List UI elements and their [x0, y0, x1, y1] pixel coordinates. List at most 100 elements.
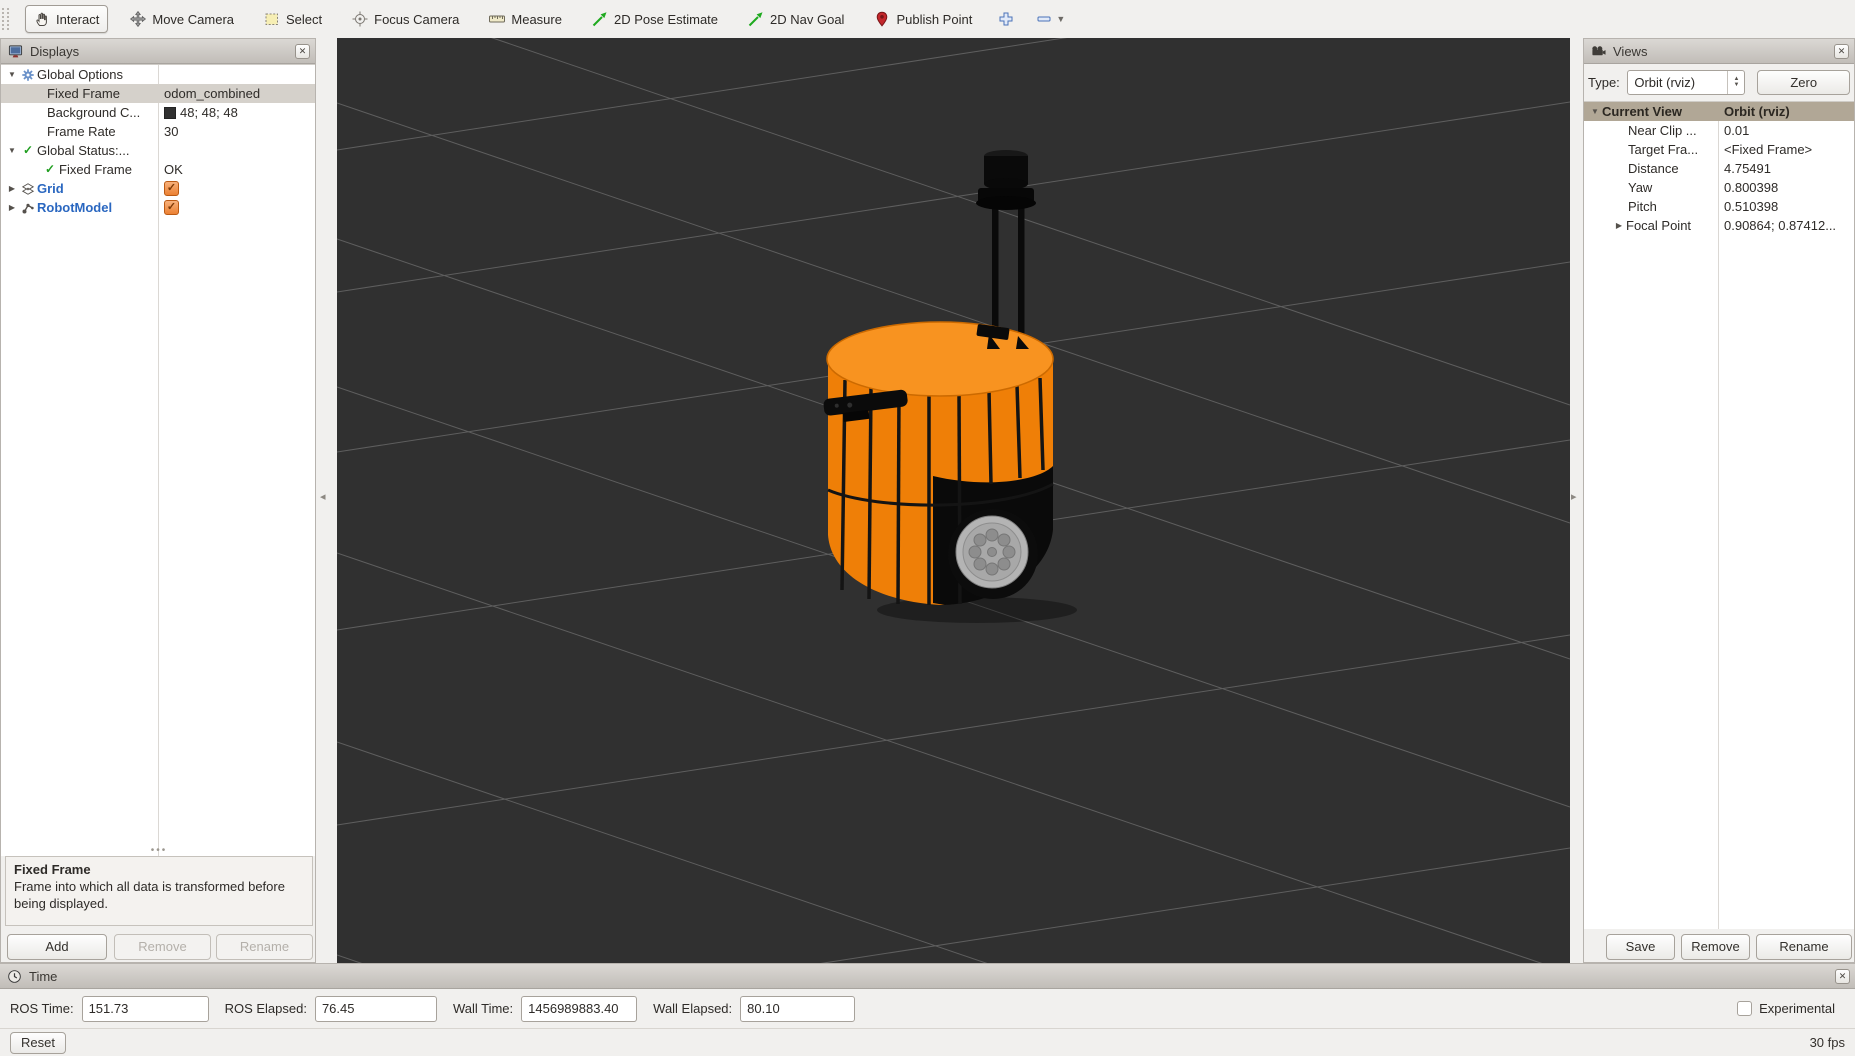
- row-value[interactable]: 0.90864; 0.87412...: [1718, 216, 1854, 235]
- tool-label: Select: [286, 12, 322, 27]
- tool-focus-camera[interactable]: Focus Camera: [344, 6, 467, 32]
- rename-button[interactable]: Rename: [1756, 934, 1852, 960]
- remove-button[interactable]: Remove: [1681, 934, 1750, 960]
- wall-elapsed-input[interactable]: [740, 996, 855, 1022]
- reset-button[interactable]: Reset: [10, 1032, 66, 1054]
- 3d-viewport[interactable]: [337, 38, 1570, 963]
- tool-interact[interactable]: Interact: [25, 5, 108, 33]
- property-help-box: Fixed Frame Frame into which all data is…: [5, 856, 313, 926]
- tool-select[interactable]: Select: [256, 6, 330, 32]
- row-value: [158, 65, 315, 84]
- tool-label: Interact: [56, 12, 99, 27]
- focus-camera-icon: [352, 11, 368, 27]
- ros-elapsed-label: ROS Elapsed:: [225, 1001, 307, 1016]
- expander-icon[interactable]: ▶: [5, 179, 19, 198]
- view-type-combobox[interactable]: Orbit (rviz) ▲▼: [1627, 70, 1745, 95]
- tree-row-focal-point[interactable]: ▶ Focal Point 0.90864; 0.87412...: [1584, 216, 1854, 235]
- chevron-down-icon[interactable]: ▼: [1056, 14, 1065, 24]
- tool-publish-point[interactable]: Publish Point: [866, 6, 980, 32]
- move-camera-icon: [130, 11, 146, 27]
- tree-row-yaw[interactable]: Yaw 0.800398: [1584, 178, 1854, 197]
- tree-row-fixed-frame[interactable]: Fixed Frame odom_combined: [1, 84, 315, 103]
- save-button[interactable]: Save: [1606, 934, 1675, 960]
- experimental-checkbox[interactable]: [1737, 1001, 1752, 1016]
- ros-time-input[interactable]: [82, 996, 209, 1022]
- wall-elapsed-label: Wall Elapsed:: [653, 1001, 732, 1016]
- row-value[interactable]: 0.01: [1718, 121, 1854, 140]
- interact-hand-icon: [34, 11, 50, 27]
- add-tool-button[interactable]: [994, 7, 1018, 31]
- row-label: Current View: [1602, 102, 1682, 121]
- expander-icon[interactable]: ▶: [1612, 216, 1626, 235]
- displays-titlebar[interactable]: Displays ✕: [1, 39, 315, 64]
- expander-icon[interactable]: ▶: [5, 198, 19, 217]
- wall-time-label: Wall Time:: [453, 1001, 513, 1016]
- row-value[interactable]: 48; 48; 48: [158, 103, 315, 122]
- tree-row-target-frame[interactable]: Target Fra... <Fixed Frame>: [1584, 140, 1854, 159]
- fps-counter: 30 fps: [1810, 1035, 1845, 1050]
- row-value: OK: [158, 160, 315, 179]
- time-titlebar[interactable]: Time ✕: [0, 964, 1855, 989]
- tree-row-global-options[interactable]: ▼ Global Options: [1, 65, 315, 84]
- tree-row-current-view[interactable]: ▼ Current View Orbit (rviz): [1584, 102, 1854, 121]
- robotmodel-enabled-checkbox[interactable]: ✓: [164, 200, 179, 215]
- row-label: Yaw: [1628, 178, 1652, 197]
- remove-button[interactable]: Remove: [114, 934, 211, 960]
- minus-icon: [1036, 11, 1052, 27]
- spinner-arrows-icon[interactable]: ▲▼: [1727, 71, 1744, 94]
- tool-measure[interactable]: Measure: [481, 6, 570, 32]
- row-label: Grid: [37, 179, 64, 198]
- row-label: Focal Point: [1626, 216, 1691, 235]
- tree-row-robotmodel[interactable]: ▶ RobotModel ✓: [1, 198, 315, 217]
- zero-button[interactable]: Zero: [1757, 70, 1850, 95]
- close-icon[interactable]: ✕: [295, 44, 310, 59]
- 3d-scene: [337, 38, 1570, 963]
- expander-icon[interactable]: ▼: [5, 141, 19, 160]
- right-splitter-handle[interactable]: ▸: [1571, 490, 1577, 503]
- tree-row-global-status[interactable]: ▼ ✓ Global Status:...: [1, 141, 315, 160]
- row-value[interactable]: <Fixed Frame>: [1718, 140, 1854, 159]
- remove-tool-button[interactable]: ▼: [1032, 7, 1069, 31]
- displays-tree: ▼ Global Options Fixed Frame odom_combin…: [1, 64, 315, 856]
- tool-2d-nav-goal[interactable]: 2D Nav Goal: [740, 6, 852, 32]
- tool-label: Measure: [511, 12, 562, 27]
- wall-time-input[interactable]: [521, 996, 637, 1022]
- row-value[interactable]: 30: [158, 122, 315, 141]
- tool-label: 2D Pose Estimate: [614, 12, 718, 27]
- tree-row-fixed-frame-status[interactable]: ✓ Fixed Frame OK: [1, 160, 315, 179]
- panel-title: Views: [1613, 44, 1828, 59]
- row-label: Frame Rate: [47, 122, 116, 141]
- close-icon[interactable]: ✕: [1834, 44, 1849, 59]
- views-titlebar[interactable]: Views ✕: [1584, 39, 1854, 64]
- help-splitter-handle[interactable]: •••: [1, 847, 317, 855]
- rename-button[interactable]: Rename: [216, 934, 313, 960]
- ros-elapsed-input[interactable]: [315, 996, 437, 1022]
- pose-arrow-icon: [592, 11, 608, 27]
- tree-row-distance[interactable]: Distance 4.75491: [1584, 159, 1854, 178]
- tree-row-pitch[interactable]: Pitch 0.510398: [1584, 197, 1854, 216]
- left-splitter-handle[interactable]: ◂: [320, 490, 326, 503]
- tree-row-near-clip[interactable]: Near Clip ... 0.01: [1584, 121, 1854, 140]
- row-value[interactable]: odom_combined: [158, 84, 315, 103]
- row-value[interactable]: 0.510398: [1718, 197, 1854, 216]
- tool-label: Publish Point: [896, 12, 972, 27]
- add-button[interactable]: Add: [7, 934, 107, 960]
- panel-title: Time: [29, 969, 1829, 984]
- tree-row-frame-rate[interactable]: Frame Rate 30: [1, 122, 315, 141]
- row-label: Distance: [1628, 159, 1679, 178]
- tree-row-background-color[interactable]: Background C... 48; 48; 48: [1, 103, 315, 122]
- tool-2d-pose-estimate[interactable]: 2D Pose Estimate: [584, 6, 726, 32]
- row-value[interactable]: 4.75491: [1718, 159, 1854, 178]
- grid-enabled-checkbox[interactable]: ✓: [164, 181, 179, 196]
- close-icon[interactable]: ✕: [1835, 969, 1850, 984]
- toolbar-drag-handle[interactable]: [2, 8, 9, 30]
- expander-icon[interactable]: ▼: [1588, 102, 1602, 121]
- row-label: Target Fra...: [1628, 140, 1698, 159]
- status-ok-check-icon: ✓: [41, 160, 59, 179]
- row-value[interactable]: 0.800398: [1718, 178, 1854, 197]
- tree-row-grid[interactable]: ▶ Grid ✓: [1, 179, 315, 198]
- publish-point-pin-icon: [874, 11, 890, 27]
- expander-icon[interactable]: ▼: [5, 65, 19, 84]
- status-ok-check-icon: ✓: [19, 141, 37, 160]
- tool-move-camera[interactable]: Move Camera: [122, 6, 242, 32]
